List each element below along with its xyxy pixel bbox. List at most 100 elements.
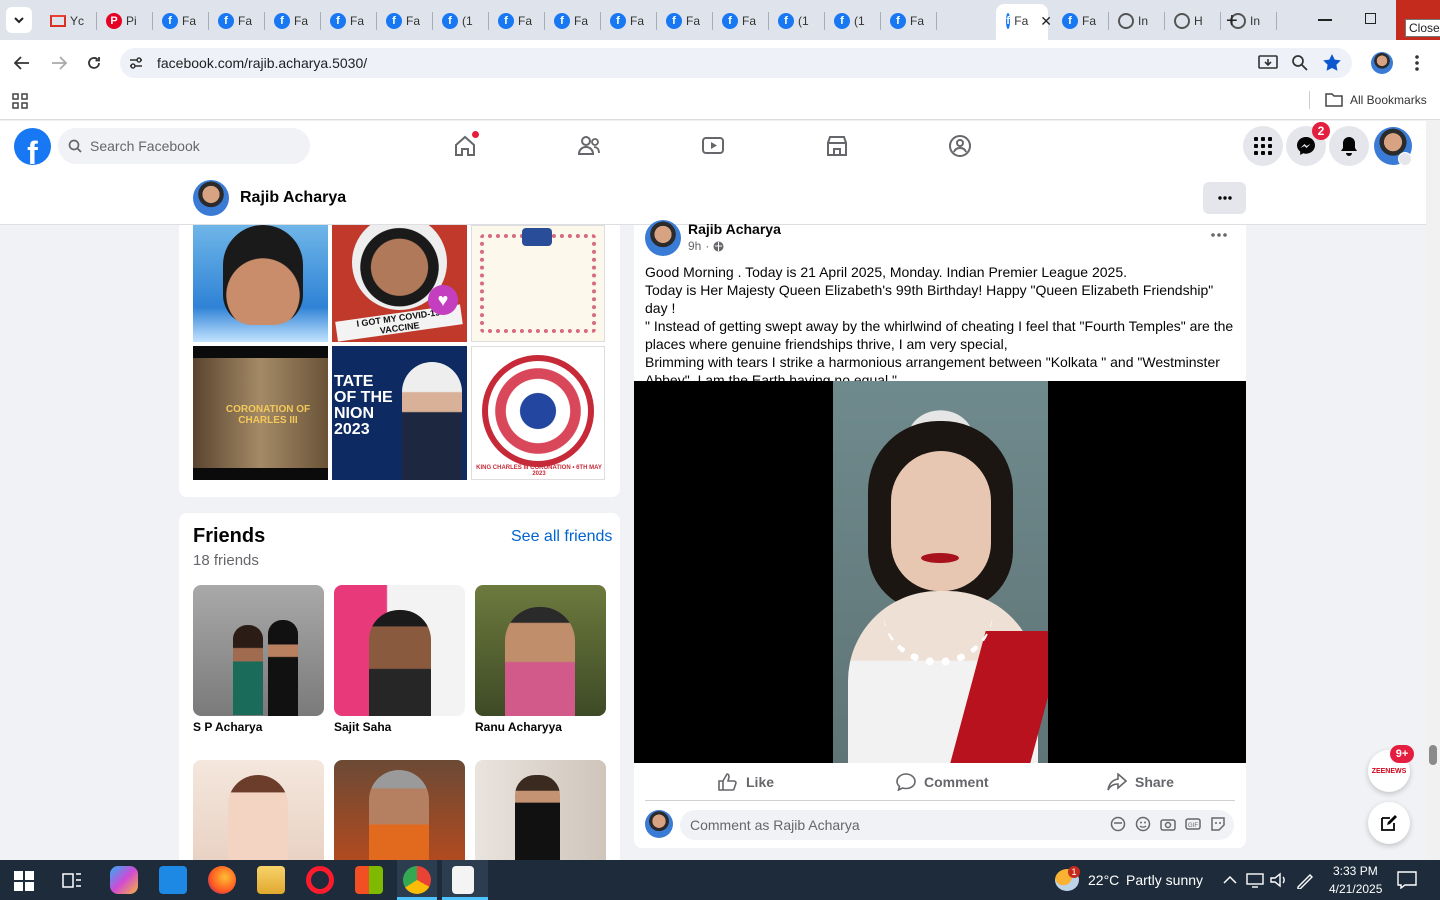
weather-desc[interactable]: Partly sunny [1126,872,1203,888]
chevron-up-icon[interactable] [1223,875,1237,885]
see-all-friends-link[interactable]: See all friends [511,528,612,546]
opera-icon[interactable] [306,866,334,894]
gif-icon[interactable]: GIF [1185,816,1201,832]
new-tab-button[interactable]: + [1226,10,1238,33]
emoji-icon[interactable] [1135,816,1151,832]
task-view-icon[interactable] [62,871,82,889]
back-icon[interactable] [13,55,31,71]
photo-tile[interactable]: CORONATION OF CHARLES III [193,346,328,480]
post-author-avatar[interactable] [645,220,681,256]
comment-button[interactable]: Comment [896,772,989,792]
url-text[interactable]: facebook.com/rajib.acharya.5030/ [157,55,367,71]
friend-photo[interactable] [475,585,606,716]
browser-tab[interactable]: f (1 [824,8,881,34]
volume-icon[interactable] [1270,872,1288,888]
browser-tab[interactable]: In [1108,8,1165,34]
bookmark-star-icon[interactable] [1322,53,1342,73]
friend-name[interactable]: Ranu Acharyya [475,720,562,734]
photo-tile[interactable]: I GOT MY COVID-19 VACCINE ♥ [332,225,467,342]
folder-icon[interactable] [1325,92,1343,107]
friend-photo[interactable] [334,760,465,860]
install-app-icon[interactable] [1258,54,1278,72]
friend-photo[interactable] [475,760,606,860]
commenter-avatar[interactable] [645,810,673,838]
browser-tab[interactable]: f Fa [208,8,265,34]
tab-search-button[interactable] [6,7,32,33]
weather-temp[interactable]: 22°C [1088,872,1119,888]
windows-start-icon[interactable] [14,871,34,891]
network-icon[interactable] [1246,872,1264,888]
restore-button[interactable] [1365,13,1376,24]
clock-time[interactable]: 3:33 PM [1333,864,1378,878]
microsoft-store-icon[interactable] [355,866,383,894]
friends-icon[interactable] [576,133,602,159]
new-message-button[interactable] [1368,802,1410,844]
notepad-icon[interactable] [452,866,474,894]
post-time[interactable]: 9h [688,239,701,253]
forward-icon[interactable] [50,55,68,71]
minimize-button[interactable] [1318,19,1332,21]
account-chevron-icon[interactable] [1398,152,1412,166]
browser-tab[interactable]: P Pi [96,8,153,34]
post-options-icon[interactable] [1211,233,1227,237]
notification-center-icon[interactable] [1397,871,1417,889]
facebook-logo-icon[interactable]: f [14,128,51,165]
firefox-icon[interactable] [208,866,236,894]
site-info-icon[interactable] [128,55,144,71]
friend-name[interactable]: S P Acharya [193,720,262,734]
file-explorer-icon[interactable] [257,866,285,894]
avatar-sticker-icon[interactable] [1110,816,1126,832]
reload-icon[interactable] [85,54,103,72]
profile-avatar-small[interactable] [193,180,229,216]
marketplace-icon[interactable] [824,133,850,159]
browser-tab[interactable]: f Fa [376,8,433,34]
browser-tab[interactable]: Yc [40,8,97,34]
notifications-button[interactable] [1329,126,1369,166]
photo-tile[interactable]: KING CHARLES III CORONATION • 6TH MAY 20… [471,346,605,480]
pen-icon[interactable] [1296,871,1314,889]
browser-tab[interactable]: f Fa [152,8,209,34]
clock-date[interactable]: 4/21/2025 [1329,882,1382,896]
photo-tile[interactable]: TATE OF THE NION 2023 [332,346,467,480]
apps-grid-icon[interactable] [12,93,28,109]
like-button[interactable]: Like [718,772,774,792]
menu-dots-icon[interactable] [1414,54,1420,72]
profile-more-button[interactable] [1203,182,1246,214]
browser-tab[interactable]: f Fa [264,8,321,34]
browser-tab[interactable]: f Fa [880,8,937,34]
browser-tab[interactable]: f (1 [768,8,825,34]
friend-photo[interactable] [334,585,465,716]
browser-tab[interactable]: f Fa [544,8,601,34]
friend-photo[interactable] [193,760,324,860]
browser-tab[interactable]: f Fa [320,8,377,34]
post-author-name[interactable]: Rajib Acharya [688,221,781,237]
camera-icon[interactable] [1160,816,1176,832]
zoom-icon[interactable] [1291,54,1309,72]
friend-photo[interactable] [193,585,324,716]
facebook-search-box[interactable]: Search Facebook [58,128,310,164]
browser-tab[interactable]: f Fa [600,8,657,34]
browser-tab[interactable]: f Fa ✕ [996,8,1052,34]
browser-tab[interactable]: f (1 [432,8,489,34]
photo-tile[interactable] [471,225,605,342]
post-image[interactable] [634,381,1246,763]
profile-name[interactable]: Rajib Acharya [240,189,346,207]
browser-tab[interactable]: f Fa [488,8,545,34]
chrome-icon[interactable] [403,866,431,894]
browser-tab[interactable]: f Fa [712,8,769,34]
all-bookmarks-link[interactable]: All Bookmarks [1350,93,1427,107]
browser-tab[interactable]: H [1164,8,1221,34]
share-button[interactable]: Share [1107,772,1174,792]
browser-tab[interactable]: f Fa [1052,8,1109,34]
friend-name[interactable]: Sajit Saha [334,720,391,734]
sticker-icon[interactable] [1210,816,1226,832]
photo-tile[interactable] [193,225,328,342]
close-tab-icon[interactable]: ✕ [1040,13,1052,30]
profile-avatar[interactable] [1371,52,1393,74]
menu-button[interactable] [1243,126,1283,166]
copilot-icon[interactable] [110,866,138,894]
app-icon[interactable] [159,866,187,894]
browser-tab[interactable]: f Fa [656,8,713,34]
scrollbar-thumb[interactable] [1429,745,1437,765]
groups-icon[interactable] [947,133,973,159]
